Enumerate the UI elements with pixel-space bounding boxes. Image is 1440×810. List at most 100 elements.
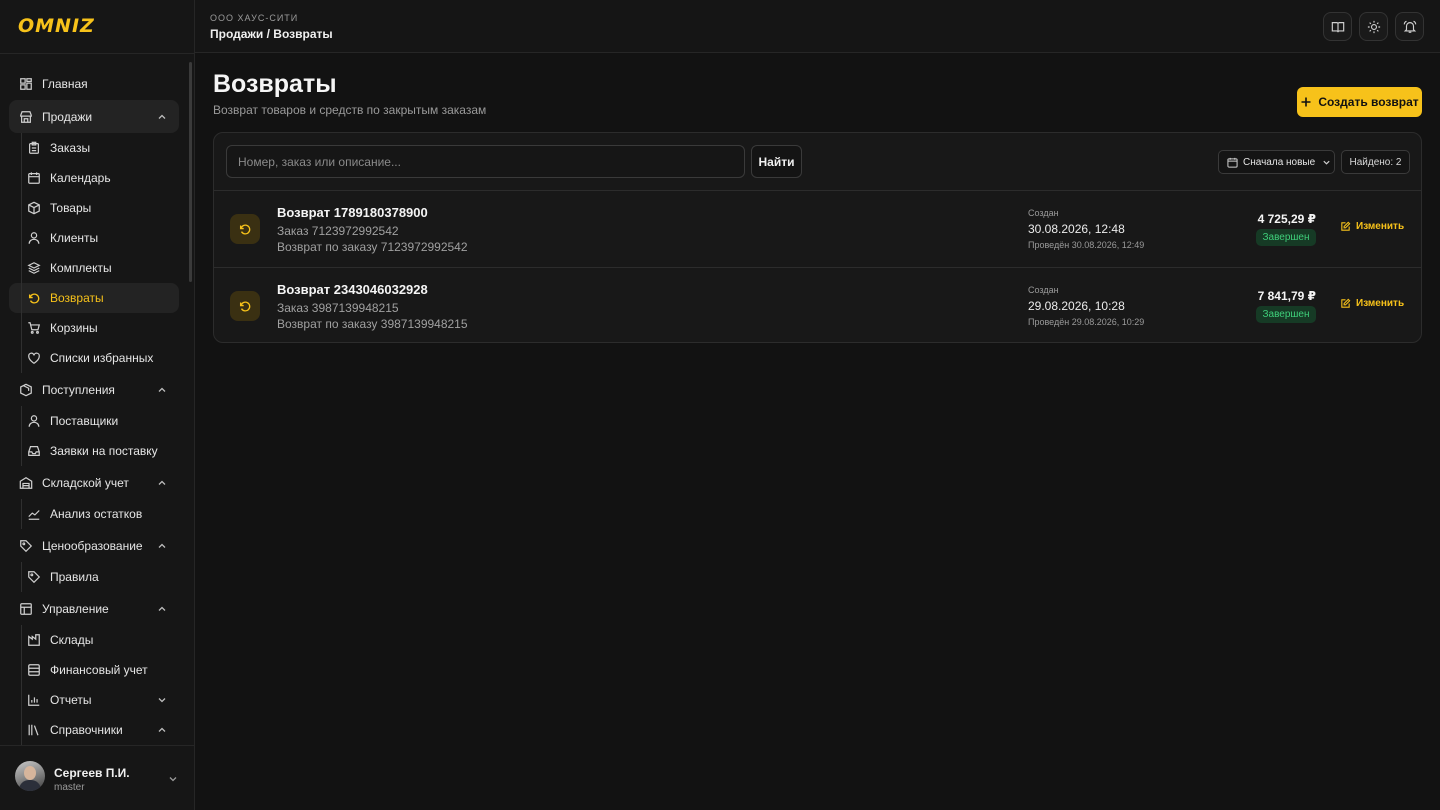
chevron-down-icon: [1323, 160, 1330, 165]
sidebar-item-label: Корзины: [50, 321, 98, 335]
user-icon: [27, 231, 41, 245]
sidebar-item-stock-analysis[interactable]: Анализ остатков: [9, 499, 179, 529]
top-bar: ООО ХАУС-СИТИ Продажи / Возвраты: [195, 0, 1440, 53]
organization-name: ООО ХАУС-СИТИ: [210, 13, 299, 23]
warehouse-icon: [19, 476, 33, 490]
edit-icon: [1341, 298, 1351, 308]
sidebar-item-rules[interactable]: Правила: [9, 562, 179, 592]
return-description: Возврат по заказу 3987139948215: [277, 317, 468, 331]
sidebar-item-warehouses[interactable]: Склады: [9, 625, 179, 655]
search-input[interactable]: [226, 145, 745, 178]
return-title[interactable]: Возврат 1789180378900: [277, 205, 428, 220]
user-role: master: [54, 782, 85, 793]
warehouse-icon: [27, 633, 41, 647]
created-label: Создан: [1028, 208, 1059, 218]
store-icon: [19, 110, 33, 124]
sidebar-item-label: Возвраты: [50, 291, 104, 305]
chevron-down-icon: [158, 698, 166, 703]
sidebar-item-clients[interactable]: Клиенты: [9, 223, 179, 253]
status-badge: Завершен: [1256, 306, 1316, 323]
sidebar-item-label: Товары: [50, 201, 92, 215]
sidebar-item-carts[interactable]: Корзины: [9, 313, 179, 343]
posted-date: Проведён 29.08.2026, 10:29: [1028, 317, 1145, 327]
filter-toolbar: Найти Сначала новые Найдено: 2: [214, 133, 1421, 191]
sidebar-item-reports[interactable]: Отчеты: [9, 685, 179, 715]
sidebar-item-pricing[interactable]: Ценообразование: [9, 529, 179, 562]
sidebar-item-sales[interactable]: Продажи: [9, 100, 179, 133]
sidebar-item-label: Справочники: [50, 723, 123, 737]
tag-icon: [27, 570, 41, 584]
sidebar-item-label: Заказы: [50, 141, 91, 155]
sidebar-item-directories[interactable]: Справочники: [9, 715, 179, 745]
calendar-icon: [1227, 157, 1238, 168]
sidebar-divider: [0, 53, 195, 54]
sidebar-item-calendar[interactable]: Календарь: [9, 163, 179, 193]
created-label: Создан: [1028, 285, 1059, 295]
sidebar-item-products[interactable]: Товары: [9, 193, 179, 223]
sidebar-item-label: Продажи: [42, 109, 93, 124]
chevron-up-icon: [158, 387, 166, 392]
sidebar-item-finance[interactable]: Финансовый учет: [9, 655, 179, 685]
find-button[interactable]: Найти: [751, 145, 802, 178]
sidebar-item-label: Ценообразование: [42, 538, 143, 553]
layout-icon: [19, 602, 33, 616]
sidebar-item-favorites[interactable]: Списки избранных: [9, 343, 179, 373]
sidebar-item-supply-requests[interactable]: Заявки на поставку: [9, 436, 179, 466]
sidebar-item-label: Календарь: [50, 171, 111, 185]
sidebar-item-label: Клиенты: [50, 231, 99, 245]
inbox-icon: [27, 444, 41, 458]
sort-selected-label: Сначала новые: [1243, 156, 1316, 168]
return-amount: 7 841,79 ₽: [1257, 289, 1316, 303]
edit-button[interactable]: Изменить: [1340, 298, 1404, 309]
sidebar-item-label: Отчеты: [50, 693, 92, 707]
user-profile[interactable]: Сергеев П.И. master: [0, 745, 195, 810]
chevron-up-icon: [158, 727, 166, 732]
dashboard-icon: [19, 77, 33, 91]
return-icon: [27, 291, 41, 305]
sidebar: OMNIZ Главная Продажи Заказы Календарь Т…: [0, 0, 195, 810]
sidebar-item-label: Главная: [42, 76, 88, 91]
sidebar-item-management[interactable]: Управление: [9, 592, 179, 625]
theme-toggle-button[interactable]: [1359, 12, 1388, 41]
cart-icon: [27, 321, 41, 335]
sort-dropdown[interactable]: Сначала новые: [1218, 150, 1335, 174]
sidebar-item-label: Складской учет: [42, 475, 129, 490]
edit-label: Изменить: [1356, 298, 1405, 309]
return-title[interactable]: Возврат 2343046032928: [277, 282, 428, 297]
sidebar-item-main[interactable]: Главная: [9, 67, 179, 100]
sidebar-item-warehouse-accounting[interactable]: Складской учет: [9, 466, 179, 499]
clipboard-icon: [27, 141, 41, 155]
sidebar-scrollbar[interactable]: [189, 58, 192, 738]
chevron-down-icon[interactable]: [168, 774, 178, 784]
chevron-up-icon: [158, 114, 166, 119]
list-item[interactable]: Возврат 2343046032928 Заказ 398713994821…: [214, 267, 1421, 342]
logo-text: OMNIZ: [18, 15, 95, 37]
edit-icon: [1341, 221, 1351, 231]
returns-card: Найти Сначала новые Найдено: 2 Возврат 1…: [213, 132, 1422, 343]
found-count-badge: Найдено: 2: [1341, 150, 1410, 174]
sidebar-item-suppliers[interactable]: Поставщики: [9, 406, 179, 436]
sidebar-item-label: Поступления: [42, 382, 115, 397]
heart-icon: [27, 351, 41, 365]
sidebar-item-returns[interactable]: Возвраты: [9, 283, 179, 313]
sidebar-item-receipts[interactable]: Поступления: [9, 373, 179, 406]
return-icon: [230, 214, 260, 244]
sidebar-item-orders[interactable]: Заказы: [9, 133, 179, 163]
page-title: Возвраты: [213, 70, 337, 98]
book-button[interactable]: [1323, 12, 1352, 41]
list-item[interactable]: Возврат 1789180378900 Заказ 712397299254…: [214, 191, 1421, 267]
sidebar-item-label: Анализ остатков: [50, 507, 143, 521]
scrollbar-thumb[interactable]: [189, 62, 192, 282]
create-return-label: Создать возврат: [1318, 95, 1419, 109]
sidebar-item-bundles[interactable]: Комплекты: [9, 253, 179, 283]
notifications-button[interactable]: [1395, 12, 1424, 41]
tag-icon: [19, 539, 33, 553]
app-logo[interactable]: OMNIZ: [18, 15, 95, 37]
breadcrumb[interactable]: Продажи / Возвраты: [210, 27, 333, 41]
create-return-button[interactable]: Создать возврат: [1297, 87, 1422, 117]
sidebar-nav: Главная Продажи Заказы Календарь Товары …: [9, 67, 179, 745]
user-icon: [27, 414, 41, 428]
edit-button[interactable]: Изменить: [1340, 221, 1404, 232]
return-order: Заказ 3987139948215: [277, 301, 399, 315]
bell-icon: [1403, 20, 1416, 33]
